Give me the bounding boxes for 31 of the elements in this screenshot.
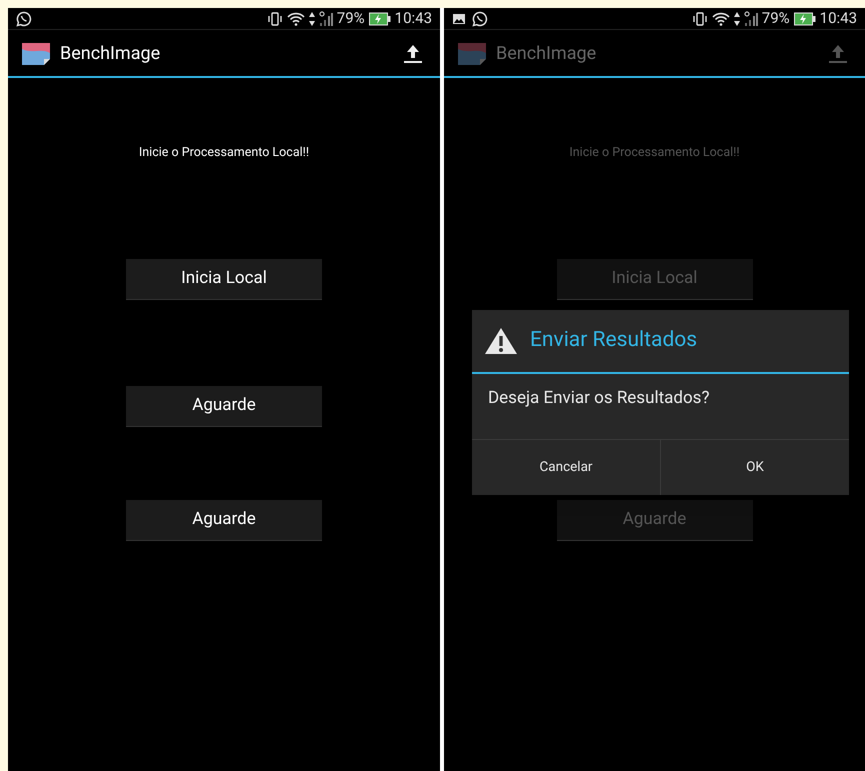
battery-percent: 79% xyxy=(336,8,365,30)
battery-charging-icon xyxy=(368,12,391,26)
clock-time: 10:43 xyxy=(394,8,432,30)
dialog-button[interactable]: Cancelar xyxy=(472,440,660,495)
data-arrows-icon xyxy=(734,12,740,26)
action-button[interactable]: Aguarde xyxy=(126,500,322,541)
action-button[interactable]: Aguarde xyxy=(126,386,322,427)
app-title: BenchImage xyxy=(60,42,160,66)
vibrate-icon xyxy=(692,12,708,26)
dialog-message: Deseja Enviar os Resultados? xyxy=(488,387,710,410)
app-logo-icon xyxy=(456,40,488,66)
status-message: Inicie o Processamento Local!! xyxy=(569,144,740,162)
chat-bubble-icon xyxy=(472,10,488,26)
wifi-icon xyxy=(712,12,730,26)
dialog-button[interactable]: OK xyxy=(660,440,849,495)
image-icon xyxy=(452,12,466,26)
app-title: BenchImage xyxy=(496,42,596,66)
action-button[interactable]: Inicia Local xyxy=(126,258,322,300)
signal-icon xyxy=(744,10,758,26)
app-logo-icon xyxy=(20,40,52,66)
status-message: Inicie o Processamento Local!! xyxy=(138,144,310,162)
signal-icon xyxy=(318,10,333,26)
warning-icon xyxy=(484,327,518,355)
wifi-icon xyxy=(286,12,305,26)
clock-time: 10:43 xyxy=(820,8,857,30)
battery-percent: 79% xyxy=(762,8,790,30)
vibrate-icon xyxy=(266,12,283,26)
dialog-title: Enviar Resultados xyxy=(530,327,698,354)
data-arrows-icon xyxy=(308,12,315,26)
battery-charging-icon xyxy=(794,12,816,26)
chat-bubble-icon xyxy=(16,10,32,26)
